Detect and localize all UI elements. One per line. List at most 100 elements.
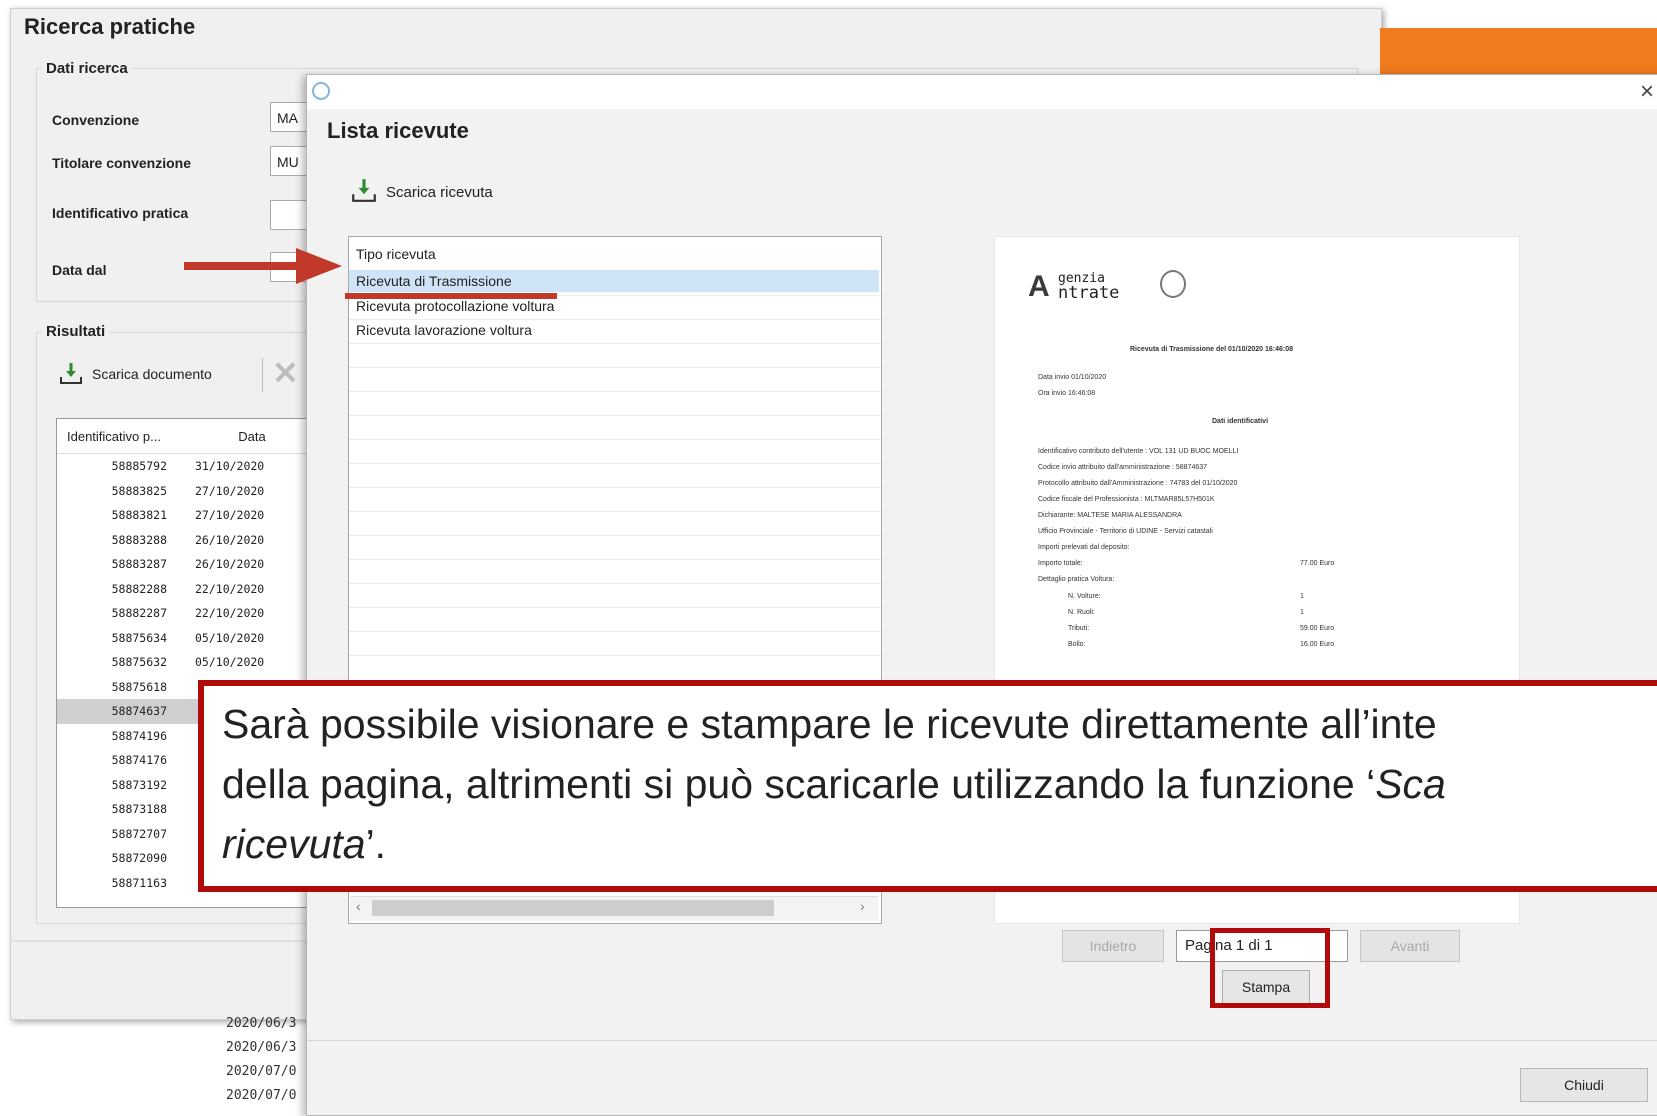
doc-line: Codice fiscale del Professionista : MLTM… xyxy=(1038,496,1215,503)
doc-detail-value: 1 xyxy=(1300,609,1304,616)
scarica-documento-button[interactable]: Scarica documento xyxy=(58,360,212,388)
cell-identificativo: 58882288 xyxy=(111,581,167,596)
table-row[interactable]: 58875632 05/10/2020 xyxy=(57,650,307,675)
list-header-tipo-ricevuta: Tipo ricevuta xyxy=(356,246,436,262)
cell-data: 31/10/2020 xyxy=(195,459,265,474)
convenzione-field[interactable]: MA xyxy=(270,102,310,132)
cell-identificativo: 58874637 xyxy=(111,704,167,719)
toolbar-separator xyxy=(262,358,263,392)
callout-line-3: ricevuta’. xyxy=(222,814,1657,874)
doc-detail-value: 59.00 Euro xyxy=(1300,625,1335,632)
cell-data: 05/10/2020 xyxy=(195,630,265,645)
agenzia-entrate-logo: A xyxy=(1028,270,1050,303)
convenzione-label: Convenzione xyxy=(52,112,140,128)
cell-identificativo: 58874196 xyxy=(111,728,167,743)
table-row[interactable]: 58885792 31/10/2020 xyxy=(57,454,307,479)
cell-identificativo: 58875618 xyxy=(111,679,167,694)
doc-line: Importo totale: xyxy=(1038,560,1083,567)
titolare-label: Titolare convenzione xyxy=(52,155,191,171)
risultati-label: Risultati xyxy=(42,323,110,340)
doc-heading: Ricevuta di Trasmissione del 01/10/2020 … xyxy=(1130,346,1294,353)
indietro-button[interactable]: Indietro xyxy=(1062,930,1164,962)
orange-banner xyxy=(1380,28,1657,80)
doc-line: Dettaglio pratica Voltura: xyxy=(1038,576,1115,583)
group-label: Dati ricerca xyxy=(42,60,132,77)
year-cell: 2020/06/3 xyxy=(226,1016,297,1031)
cell-identificativo: 58875634 xyxy=(111,630,167,645)
dialog-titlebar xyxy=(307,75,1657,109)
cell-data: 05/10/2020 xyxy=(195,655,265,670)
table-header: Identificativo p... Data xyxy=(57,419,307,454)
table-row[interactable]: 58875634 05/10/2020 xyxy=(57,626,307,651)
titolare-field[interactable]: MU xyxy=(270,146,310,176)
delete-icon[interactable]: ✕ xyxy=(272,356,299,390)
doc-detail-label: Tributi: xyxy=(1068,625,1090,632)
table-row[interactable]: 58883287 26/10/2020 xyxy=(57,552,307,577)
year-cell: 2020/07/0 xyxy=(226,1088,297,1103)
callout-line-3-suffix: ’. xyxy=(365,821,387,867)
callout-line-1: Sarà possibile visionare e stampare le r… xyxy=(222,701,1437,747)
doc-line: Ufficio Provinciale - Territorio di UDIN… xyxy=(1038,528,1213,535)
close-icon[interactable]: × xyxy=(1640,78,1654,106)
window-title: Ricerca pratiche xyxy=(24,14,196,39)
cell-identificativo: 58871163 xyxy=(111,875,167,890)
doc-detail-value: 1 xyxy=(1300,593,1304,600)
cell-data: 27/10/2020 xyxy=(195,508,265,523)
table-row[interactable]: 58883825 27/10/2020 xyxy=(57,479,307,504)
cell-identificativo: 58875632 xyxy=(111,655,167,670)
scrollbar-thumb[interactable] xyxy=(372,900,774,916)
scroll-right-icon[interactable]: › xyxy=(860,898,865,914)
app-icon xyxy=(312,82,330,100)
cell-data: 26/10/2020 xyxy=(195,557,265,572)
doc-line: Protocollo attribuito dall'Amministrazio… xyxy=(1038,480,1238,487)
doc-detail-label: N. Volture: xyxy=(1068,593,1101,600)
identificativo-field[interactable] xyxy=(270,200,310,230)
doc-detail-label: N. Ruoli: xyxy=(1068,609,1095,616)
list-item[interactable]: Ricevuta protocollazione voltura xyxy=(356,298,554,314)
logo-text-line2: ntrate xyxy=(1058,283,1120,303)
cell-identificativo: 58883825 xyxy=(111,483,167,498)
list-item[interactable]: Ricevuta lavorazione voltura xyxy=(356,322,532,338)
chiudi-button[interactable]: Chiudi xyxy=(1520,1068,1648,1102)
annotation-underline xyxy=(345,293,557,299)
cell-identificativo: 58874176 xyxy=(111,753,167,768)
scarica-ricevuta-label: Scarica ricevuta xyxy=(386,183,493,201)
emblem-icon xyxy=(1160,270,1186,298)
annotation-arrow-icon xyxy=(184,248,342,284)
cell-identificativo: 58882287 xyxy=(111,606,167,621)
cell-data: 26/10/2020 xyxy=(195,532,265,547)
callout-line-2: della pagina, altrimenti si può scaricar… xyxy=(222,754,1657,814)
avanti-button[interactable]: Avanti xyxy=(1360,930,1460,962)
scarica-ricevuta-button[interactable]: Scarica ricevuta xyxy=(350,176,493,208)
callout-line-3-italic: ricevuta xyxy=(222,821,366,867)
stampa-highlight-box xyxy=(1210,928,1330,1008)
dialog-footer-separator xyxy=(307,1040,1657,1041)
doc-line: Identificativo contributo dell'utente : … xyxy=(1038,448,1239,455)
cell-identificativo: 58883287 xyxy=(111,557,167,572)
doc-date-sent: Data invio 01/10/2020 xyxy=(1038,374,1107,381)
cell-identificativo: 58873188 xyxy=(111,802,167,817)
cell-data: 22/10/2020 xyxy=(195,606,265,621)
callout-line-2-text: della pagina, altrimenti si può scaricar… xyxy=(222,761,1376,807)
column-header-data[interactable]: Data xyxy=(197,429,307,444)
column-header-identificativo[interactable]: Identificativo p... xyxy=(57,429,197,444)
doc-time-sent: Ora invio 16:46:08 xyxy=(1038,390,1096,397)
callout-line-2-italic: Sca xyxy=(1375,761,1446,807)
table-row[interactable]: 58882288 22/10/2020 xyxy=(57,577,307,602)
data-dal-label: Data dal xyxy=(52,262,107,278)
table-row[interactable]: 58883821 27/10/2020 xyxy=(57,503,307,528)
dialog-title: Lista ricevute xyxy=(327,118,469,143)
callout-text: Sarà possibile visionare e stampare le r… xyxy=(222,694,1657,874)
table-row[interactable]: 58883288 26/10/2020 xyxy=(57,528,307,553)
cell-identificativo: 58883821 xyxy=(111,508,167,523)
download-icon xyxy=(58,360,84,389)
table-row[interactable]: 58882287 22/10/2020 xyxy=(57,601,307,626)
doc-detail-value: 16.00 Euro xyxy=(1300,641,1335,648)
identificativo-label: Identificativo pratica xyxy=(52,205,189,221)
cell-data: 27/10/2020 xyxy=(195,483,265,498)
list-item[interactable]: Ricevuta di Trasmissione xyxy=(356,273,512,289)
scroll-left-icon[interactable]: ‹ xyxy=(356,898,361,914)
doc-detail-label: Bollo: xyxy=(1068,641,1086,648)
cell-identificativo: 58885792 xyxy=(111,459,167,474)
doc-line: Importi prelevati dal deposito: xyxy=(1038,544,1130,551)
